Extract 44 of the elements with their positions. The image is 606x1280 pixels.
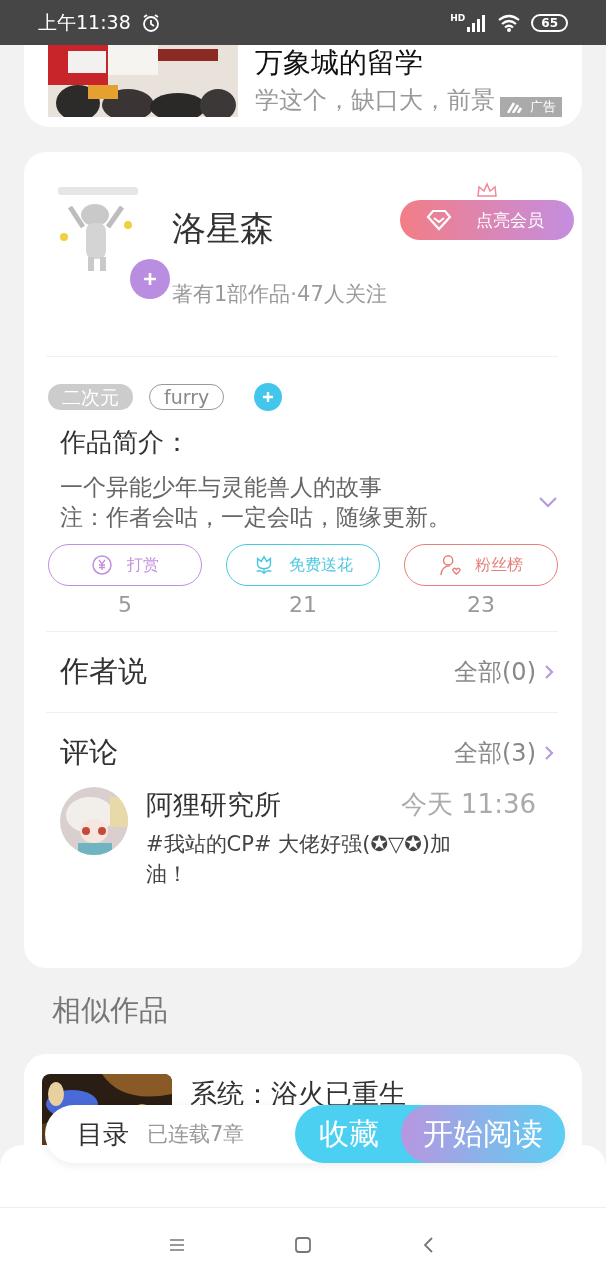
- action-button[interactable]: 打赏: [48, 544, 202, 586]
- crown-icon: [476, 182, 498, 198]
- wifi-icon: [497, 13, 522, 32]
- synopsis-text: 一个异能少年与灵能兽人的故事: [60, 473, 383, 502]
- action-count: 5: [118, 592, 132, 617]
- section-title: 评论: [60, 734, 118, 771]
- ad-card[interactable]: 万象城的留学 学这个，缺口大，前景 广告: [24, 45, 582, 127]
- collect-button[interactable]: 收藏: [295, 1105, 401, 1163]
- action-button[interactable]: 粉丝榜: [404, 544, 558, 586]
- add-tag-button[interactable]: [254, 383, 283, 411]
- chapter-count: 已连载7章: [147, 1121, 245, 1148]
- toc-button[interactable]: 目录: [77, 1116, 129, 1152]
- section-title: 相似作品: [52, 992, 169, 1029]
- action-button[interactable]: 免费送花: [226, 544, 380, 586]
- alarm-icon: [140, 12, 161, 33]
- follow-button[interactable]: [130, 259, 170, 299]
- view-all-link[interactable]: 全部(3): [454, 737, 554, 769]
- comment-time: 今天 11:36: [400, 788, 536, 821]
- user-heart-icon: [439, 554, 461, 576]
- ad-title: 万象城的留学: [255, 47, 424, 79]
- synopsis-heading: 作品简介：: [60, 426, 191, 459]
- chevron-right-icon: [544, 745, 554, 761]
- read-button[interactable]: 开始阅读: [401, 1105, 565, 1163]
- ad-subtitle: 学这个，缺口大，前景: [255, 85, 495, 116]
- network-label: HD: [450, 12, 466, 23]
- action-count: 21: [289, 592, 317, 617]
- synopsis-text: 注：作者会咕，一定会咕，随缘更新。: [60, 503, 452, 532]
- section-title: 作者说: [60, 653, 147, 690]
- view-all-link[interactable]: 全部(0): [454, 656, 554, 688]
- author-stats: 著有1部作品·47人关注: [172, 281, 388, 308]
- comment-text: #我站的CP# 大佬好强(✪▽✪)加油！: [146, 831, 452, 888]
- diamond-icon: [426, 209, 452, 231]
- battery-indicator: 65: [531, 13, 568, 32]
- signal-icon: [467, 13, 488, 32]
- expand-icon[interactable]: [538, 496, 558, 508]
- ad-label: 广告: [530, 98, 556, 116]
- coin-icon: [91, 554, 113, 576]
- status-time: 上午11:38: [38, 9, 131, 35]
- vip-button[interactable]: 点亮会员: [400, 200, 574, 240]
- home-icon[interactable]: [293, 1234, 313, 1255]
- action-count: 23: [467, 592, 495, 617]
- commenter-name: 阿狸研究所: [146, 788, 281, 822]
- author-name: 洛星森: [172, 207, 274, 250]
- chevron-right-icon: [544, 664, 554, 680]
